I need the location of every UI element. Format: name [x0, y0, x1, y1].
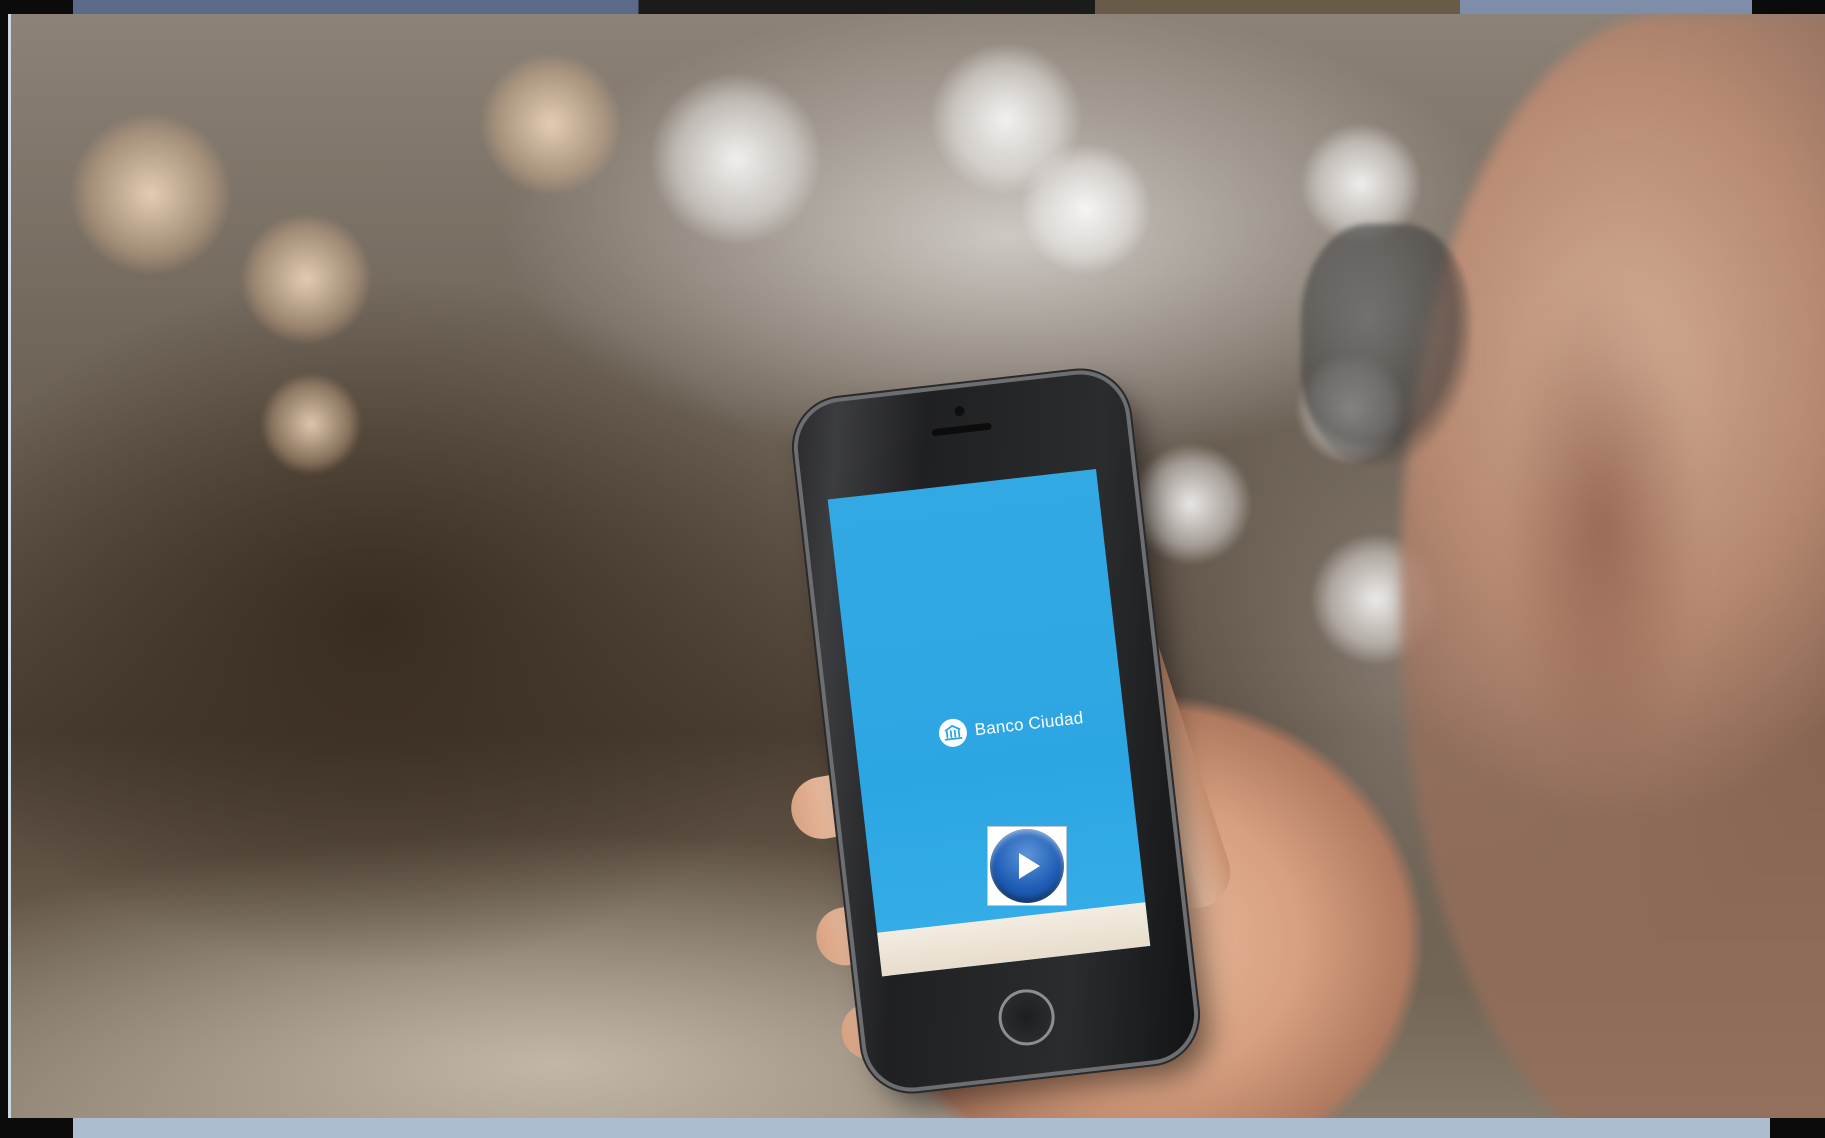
eyeglasses — [1301, 224, 1471, 464]
bokeh-light — [71, 114, 231, 274]
banco-ciudad-logo-icon — [937, 717, 969, 749]
brand: Banco Ciudad — [937, 704, 1085, 749]
phone-home-button — [995, 986, 1058, 1049]
play-button[interactable] — [987, 826, 1067, 906]
person-ear-shadow — [1501, 274, 1701, 774]
bokeh-light — [651, 74, 821, 244]
bokeh-light — [261, 374, 361, 474]
bottom-bar — [0, 1118, 1825, 1138]
bokeh-light — [481, 54, 621, 194]
video-frame[interactable]: Banco Ciudad — [8, 14, 1825, 1120]
phone-camera — [954, 405, 966, 417]
brand-name: Banco Ciudad — [973, 708, 1085, 740]
screen-bottom-strip — [877, 902, 1151, 977]
phone-speaker — [931, 422, 992, 437]
bokeh-light — [1131, 444, 1251, 564]
bokeh-light — [1021, 144, 1151, 274]
video-player[interactable]: Banco Ciudad — [0, 0, 1825, 1138]
play-icon — [990, 829, 1064, 903]
bokeh-light — [241, 214, 371, 344]
